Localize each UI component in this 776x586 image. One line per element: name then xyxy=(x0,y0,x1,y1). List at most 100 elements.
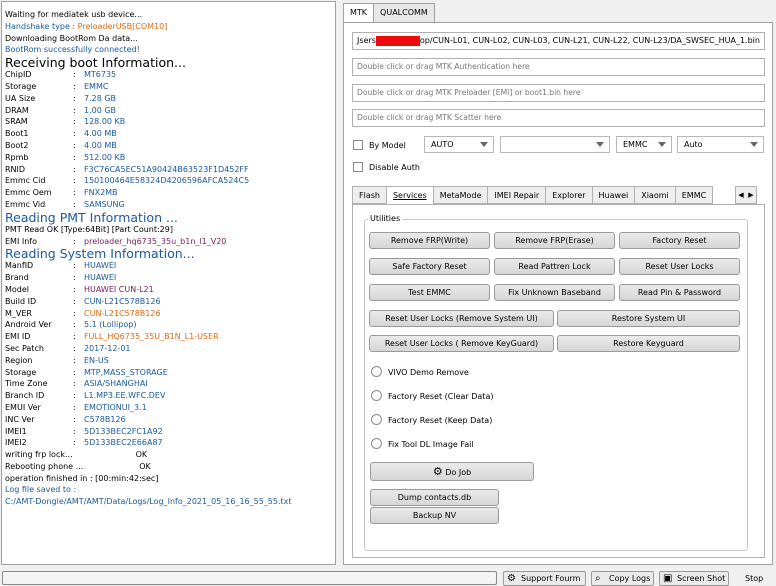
log-key: UA Size xyxy=(5,93,36,103)
reset-user-locks-system-ui-button[interactable]: Reset User Locks (Remove System UI) xyxy=(369,310,554,327)
log-value: 128.00 KB xyxy=(84,117,126,127)
log-value: CUN-L21C578B126 xyxy=(84,308,161,318)
log-line: Handshake type : PreloaderUSB[COM10] xyxy=(5,21,332,33)
preloader-file-field[interactable]: Double click or drag MTK Preloader [EMI]… xyxy=(352,84,765,102)
log-row: M_VER: CUN-L21C578B126 xyxy=(5,308,161,318)
test-emmc-button[interactable]: Test EMMC xyxy=(369,284,490,301)
log-value: HUAWEI xyxy=(84,261,117,271)
log-value: HUAWEI CUN-L21 xyxy=(84,284,154,294)
by-model-checkbox[interactable] xyxy=(353,140,363,150)
reset-user-locks-button[interactable]: Reset User Locks xyxy=(619,258,740,275)
tab-emmc[interactable]: EMMC xyxy=(674,186,714,204)
log-value: 5D133BEC2FC1A92 xyxy=(84,426,163,436)
dump-contacts-button[interactable]: Dump contacts.db xyxy=(370,489,499,506)
remove-frp-write-button[interactable]: Remove FRP(Write) xyxy=(369,232,490,249)
safe-factory-reset-button[interactable]: Safe Factory Reset xyxy=(369,258,490,275)
log-row: Storage: EMMC xyxy=(5,81,109,91)
log-row: Emmc Cid:150100464E58324D4206596AFCA524C… xyxy=(5,176,250,186)
log-key: Model xyxy=(5,284,30,294)
tab-imei-repair[interactable]: IMEI Repair xyxy=(487,186,547,204)
log-row: RNID: F3C76CA5EC51A90424B63523F1D452FF xyxy=(5,164,249,174)
do-job-button[interactable]: ⚙ Do Job xyxy=(370,462,534,481)
tab-scroller: ◀ ▶ xyxy=(735,186,757,204)
log-value: F3C76CA5EC51A90424B63523F1D452FF xyxy=(84,164,249,174)
platform-tabs: MTK QUALCOMM xyxy=(343,3,435,23)
log-row: Emmc Vid: SAMSUNG xyxy=(5,199,125,209)
fix-unknown-baseband-button[interactable]: Fix Unknown Baseband xyxy=(494,284,615,301)
stop-button[interactable]: Stop xyxy=(745,574,763,583)
remove-frp-erase-button[interactable]: Remove FRP(Erase) xyxy=(494,232,615,249)
log-key: Brand xyxy=(5,273,29,283)
tab-flash[interactable]: Flash xyxy=(352,186,387,204)
log-key: ManfID xyxy=(5,261,34,271)
model-combo[interactable]: AUTO xyxy=(424,136,494,153)
log-row: Storage: MTP,MASS_STORAGE xyxy=(5,367,168,377)
tab-qualcomm[interactable]: QUALCOMM xyxy=(373,3,435,22)
mode-combo[interactable]: Auto xyxy=(677,136,764,153)
screen-shot-button[interactable]: ▣ Screen Shot xyxy=(659,571,729,586)
restore-system-ui-button[interactable]: Restore System UI xyxy=(557,310,740,327)
save-icon: ▣ xyxy=(663,573,673,584)
fix-tool-dl-radio[interactable] xyxy=(371,438,382,449)
log-heading: Receiving boot Information... xyxy=(5,55,186,71)
log-row: Branch ID: L1.MP3.EE.WFC.DEV xyxy=(5,391,166,401)
log-panel[interactable]: Waiting for mediatek usb device... Hands… xyxy=(1,1,336,565)
log-row: Build ID: CUN-L21C578B126 xyxy=(5,296,161,306)
chevron-right-icon[interactable]: ▶ xyxy=(746,187,756,203)
log-key: Boot2 xyxy=(5,140,29,150)
vivo-demo-radio[interactable] xyxy=(371,366,382,377)
log-key: DRAM xyxy=(5,105,29,115)
log-row: ChipID: MT6735 xyxy=(5,70,117,80)
submodel-combo[interactable] xyxy=(500,136,610,153)
tab-metamode[interactable]: MetaMode xyxy=(432,186,489,204)
log-line: C:/AMT-Dongle/AMT/AMT/Data/Logs/Log_Info… xyxy=(5,497,292,507)
search-icon: ⌕ xyxy=(595,573,601,584)
chevron-down-icon xyxy=(658,142,666,147)
log-row: Model: HUAWEI CUN-L21 xyxy=(5,284,154,294)
log-key: Emmc Cid xyxy=(5,176,46,186)
auth-file-field[interactable]: Double click or drag MTK Authentication … xyxy=(352,58,765,76)
scatter-file-field[interactable]: Double click or drag MTK Scatter here xyxy=(352,109,765,127)
log-heading: Reading PMT Information ... xyxy=(5,209,178,225)
storage-combo[interactable]: EMMC xyxy=(616,136,672,153)
tab-explorer[interactable]: Explorer xyxy=(545,186,593,204)
log-key: EMUI Ver xyxy=(5,402,41,412)
tab-huawei[interactable]: Huawei xyxy=(591,186,636,204)
factory-reset-keep-label: Factory Reset (Keep Data) xyxy=(388,416,493,425)
disable-auth-checkbox[interactable] xyxy=(353,162,363,172)
factory-reset-clear-radio[interactable] xyxy=(371,390,382,401)
tab-xiaomi[interactable]: Xiaomi xyxy=(634,186,676,204)
tab-mtk[interactable]: MTK xyxy=(343,3,375,23)
log-line: Downloading BootRom Da data... xyxy=(5,33,138,43)
log-row: Region: EN-US xyxy=(5,355,109,365)
log-key: Android Ver xyxy=(5,320,52,330)
restore-keyguard-button[interactable]: Restore Keyguard xyxy=(557,335,740,352)
log-row: Rebooting phone ... OK xyxy=(5,461,332,473)
log-key: Sec Patch xyxy=(5,343,44,353)
copy-logs-button[interactable]: ⌕ Copy Logs xyxy=(591,571,654,586)
reset-user-locks-keyguard-button[interactable]: Reset User Locks ( Remove KeyGuard) xyxy=(369,335,554,352)
log-row: UA Size:7.28 GB xyxy=(5,93,117,103)
log-value: CUN-L21C578B126 xyxy=(84,296,161,306)
read-pattren-lock-button[interactable]: Read Pattren Lock xyxy=(494,258,615,275)
log-value: 4.00 MB xyxy=(84,140,117,150)
backup-nv-button[interactable]: Backup NV xyxy=(370,507,499,524)
log-key: IMEI1 xyxy=(5,426,27,436)
log-line: Log file saved to : xyxy=(5,485,77,495)
support-forum-button[interactable]: ⚙ Support Fourm xyxy=(503,571,586,586)
chevron-left-icon[interactable]: ◀ xyxy=(736,187,746,203)
log-value: 7.28 GB xyxy=(84,93,117,103)
log-key: INC Ver xyxy=(5,414,35,424)
log-key: EMI ID xyxy=(5,332,31,342)
read-pin-password-button[interactable]: Read Pin & Password xyxy=(619,284,740,301)
tab-services[interactable]: Services xyxy=(385,186,434,205)
factory-reset-button[interactable]: Factory Reset xyxy=(619,232,740,249)
log-line: operation finished in : [00:min:42:sec] xyxy=(5,473,159,483)
log-value: C578B126 xyxy=(84,414,126,424)
log-row: ManfID: HUAWEI xyxy=(5,261,117,271)
log-value: EMMC xyxy=(84,81,109,91)
da-file-field[interactable]: Jsers op/CUN-L01, CUN-L02, CUN-L03, CUN-L… xyxy=(352,32,765,50)
model-combo-value: AUTO xyxy=(431,140,454,149)
factory-reset-keep-radio[interactable] xyxy=(371,414,382,425)
log-value: HUAWEI xyxy=(84,273,117,283)
